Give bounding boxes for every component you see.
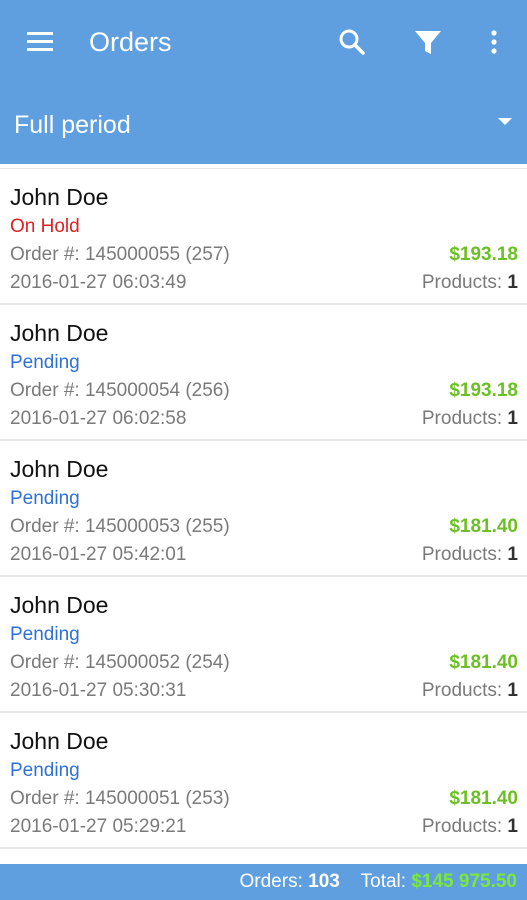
order-status: On Hold bbox=[10, 216, 80, 237]
order-number: Order #: 145000055 (257) bbox=[10, 244, 230, 265]
period-dropdown[interactable]: Full period bbox=[0, 90, 527, 160]
order-amount: $181.40 bbox=[449, 516, 518, 537]
order-amount: $193.18 bbox=[449, 244, 518, 265]
order-date: 2016-01-27 05:29:21 bbox=[10, 816, 187, 837]
order-amount: $193.18 bbox=[449, 380, 518, 401]
total-value: $145 975.50 bbox=[411, 871, 517, 892]
dropdown-caret-icon bbox=[498, 118, 512, 125]
products-value: 1 bbox=[507, 680, 518, 701]
more-vert-icon[interactable] bbox=[476, 24, 512, 60]
order-number: Order #: 145000053 (255) bbox=[10, 516, 230, 537]
menu-icon[interactable] bbox=[22, 26, 58, 58]
order-item[interactable]: John Doe Pending Order #: 145000054 (256) 2… bbox=[0, 305, 527, 441]
order-item[interactable]: John Doe Pending Order #: 145000051 (253) 2… bbox=[0, 713, 527, 849]
menu-bar bbox=[27, 48, 53, 51]
toolbar: Orders bbox=[0, 0, 527, 84]
products-count: Products: 1 bbox=[422, 680, 518, 702]
order-date: 2016-01-27 06:03:49 bbox=[10, 272, 187, 293]
filter-icon[interactable] bbox=[410, 24, 446, 60]
summary-footer: Orders: 103 Total: $145 975.50 bbox=[0, 864, 527, 900]
order-date: 2016-01-27 05:30:31 bbox=[10, 680, 187, 701]
products-label: Products: bbox=[421, 544, 503, 565]
products-label: Products: bbox=[421, 408, 503, 429]
order-status: Pending bbox=[10, 760, 80, 781]
order-list[interactable]: John Doe On Hold Order #: 145000055 (257) 2… bbox=[0, 168, 527, 862]
order-number: Order #: 145000054 (256) bbox=[10, 380, 230, 401]
order-item[interactable]: John Doe Pending Order #: 145000052 (254) 2… bbox=[0, 577, 527, 713]
order-status: Pending bbox=[10, 488, 80, 509]
page-title: Orders bbox=[89, 27, 172, 57]
menu-bar bbox=[27, 40, 53, 43]
products-label: Products: bbox=[421, 272, 503, 293]
customer-name: John Doe bbox=[10, 592, 109, 618]
products-count: Products: 1 bbox=[422, 408, 518, 430]
order-number: Order #: 145000052 (254) bbox=[10, 652, 230, 673]
order-item[interactable]: John Doe Pending Order #: 145000053 (255) 2… bbox=[0, 441, 527, 577]
order-item[interactable]: John Doe On Hold Order #: 145000055 (257) 2… bbox=[0, 169, 527, 305]
products-value: 1 bbox=[507, 272, 518, 293]
order-status: Pending bbox=[10, 624, 80, 645]
products-count: Products: 1 bbox=[422, 544, 518, 566]
customer-name: John Doe bbox=[10, 728, 109, 754]
customer-name: John Doe bbox=[10, 320, 109, 346]
customer-name: John Doe bbox=[10, 456, 109, 482]
customer-name: John Doe bbox=[10, 184, 109, 210]
products-count: Products: 1 bbox=[422, 272, 518, 294]
footer-summary: Orders: 103 Total: $145 975.50 bbox=[240, 864, 518, 900]
order-date: 2016-01-27 05:42:01 bbox=[10, 544, 187, 565]
period-selected-label: Full period bbox=[14, 111, 131, 139]
products-value: 1 bbox=[507, 408, 518, 429]
products-label: Products: bbox=[421, 816, 503, 837]
total-label: Total: bbox=[360, 871, 407, 892]
order-amount: $181.40 bbox=[449, 652, 518, 673]
order-amount: $181.40 bbox=[449, 788, 518, 809]
products-value: 1 bbox=[507, 816, 518, 837]
order-number: Order #: 145000051 (253) bbox=[10, 788, 230, 809]
orders-count: 103 bbox=[308, 871, 340, 892]
products-value: 1 bbox=[507, 544, 518, 565]
search-icon[interactable] bbox=[334, 24, 370, 60]
order-status: Pending bbox=[10, 352, 80, 373]
products-label: Products: bbox=[421, 680, 503, 701]
products-count: Products: 1 bbox=[422, 816, 518, 838]
menu-bar bbox=[27, 32, 53, 35]
order-date: 2016-01-27 06:02:58 bbox=[10, 408, 187, 429]
orders-label: Orders: bbox=[239, 871, 303, 892]
app-bar: Orders Full period bbox=[0, 0, 527, 164]
